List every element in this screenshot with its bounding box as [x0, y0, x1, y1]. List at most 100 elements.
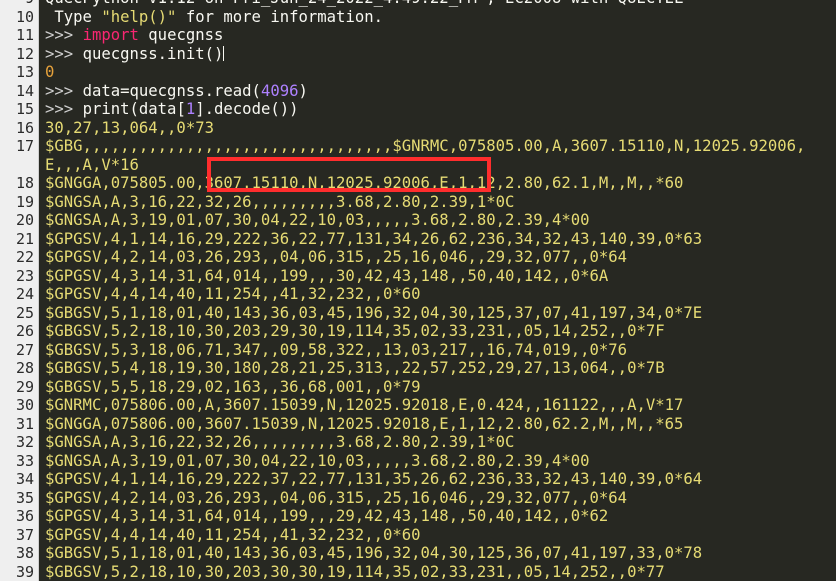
line-number: 32 — [15, 433, 34, 451]
code-line[interactable]: 14 >>> data=quecgnss.read(4096) — [0, 82, 836, 101]
code-line[interactable]: 22 $GPGSV,4,2,14,03,26,293,,04,06,315,,25… — [0, 248, 836, 267]
code-line[interactable]: 20 $GNGSA,A,3,19,01,07,30,04,22,10,03,,,,… — [0, 211, 836, 230]
code-token: >>> — [45, 26, 83, 44]
code-token: "help()" — [101, 7, 177, 26]
line-number: 27 — [15, 340, 34, 359]
line-number: 17 — [15, 137, 34, 155]
code-line[interactable]: 23 $GPGSV,4,3,14,31,64,014,,199,,,30,42,4… — [0, 267, 836, 286]
line-number: 26 — [15, 322, 34, 340]
line-number: 21 — [15, 229, 34, 248]
line-number: 15 — [15, 100, 34, 118]
code-line[interactable]: 24 $GPGSV,4,4,14,40,11,254,,41,32,232,,0*… — [0, 285, 836, 304]
repl-output-line: $GPGSV,4,3,14,31,64,014,,199,,,29,42,43,… — [45, 507, 609, 525]
line-number: 24 — [15, 285, 34, 303]
repl-output-line: $GPGSV,4,1,14,16,29,222,36,22,77,131,34,… — [45, 229, 703, 248]
line-number: 19 — [15, 192, 34, 211]
code-line[interactable]: 15 >>> print(data[1].decode()) — [0, 100, 836, 119]
line-number: 11 — [15, 26, 34, 44]
code-line[interactable]: 16 30,27,13,064,,0*73 — [0, 119, 836, 138]
code-line[interactable]: 27 $GBGSV,5,3,18,06,71,347,,09,58,322,,13… — [0, 341, 836, 360]
line-number: 22 — [15, 248, 34, 266]
line-number: 37 — [15, 525, 34, 544]
line-number: 39 — [15, 562, 34, 581]
code-line[interactable]: 37 $GPGSV,4,4,14,40,11,254,,41,32,232,,0*… — [0, 526, 836, 545]
repl-output-line: 30,27,13,064,,0*73 — [45, 118, 214, 137]
line-number: 9 — [0, 0, 34, 8]
repl-output-line: $GPGSV,4,4,14,40,11,254,,41,32,232,,0*60 — [45, 525, 421, 544]
code-token: 4096 — [260, 81, 299, 100]
line-number: 23 — [15, 266, 34, 285]
code-token: >>> — [45, 100, 83, 118]
code-token: print(data[ — [82, 100, 186, 118]
line-number: 10 — [15, 7, 34, 26]
line-number: 34 — [15, 470, 34, 488]
code-line[interactable]: 33 $GNGSA,A,3,19,01,07,30,04,22,10,03,,,,… — [0, 452, 836, 471]
code-line[interactable]: 30 $GNRMC,075806.00,A,3607.15039,N,12025.… — [0, 396, 836, 415]
repl-output-line: $GBGSV,5,1,18,01,40,143,36,03,45,196,32,… — [45, 544, 703, 562]
repl-output-line: $GNGSA,A,3,19,01,07,30,04,22,10,03,,,,,3… — [45, 211, 590, 229]
line-number: 29 — [15, 377, 34, 396]
line-number: 30 — [15, 396, 34, 414]
banner-line: QuecPython V1.12 on Fri_Jun_24_2022_4:49… — [45, 0, 835, 8]
code-line[interactable]: 13 0 — [0, 63, 836, 82]
code-line[interactable]: 35 $GPGSV,4,2,14,03,26,293,,04,06,315,,25… — [0, 489, 836, 508]
code-token: 1 — [185, 100, 196, 118]
code-line[interactable]: 10 Type "help()" for more information. — [0, 8, 836, 27]
code-line[interactable]: 39 $GBGSV,5,2,18,10,30,203,30,30,19,114,3… — [0, 563, 836, 581]
repl-output-line: $GNRMC,075806.00,A,3607.15039,N,12025.92… — [45, 396, 684, 414]
highlight-annotation-box — [207, 157, 491, 192]
repl-output-line: 0 — [45, 63, 55, 81]
code-line[interactable]: 34 $GPGSV,4,1,14,16,29,222,37,22,77,131,3… — [0, 470, 836, 489]
line-number: 18 — [15, 174, 34, 192]
repl-output-line: $GBGSV,5,5,18,29,02,163,,36,68,001,,0*79 — [45, 377, 421, 396]
code-token: quecgnss.init() — [82, 44, 224, 63]
code-line[interactable]: 19 $GNGSA,A,3,16,22,32,26,,,,,,,,,3.68,2.… — [0, 193, 836, 212]
repl-output-line: $GPGSV,4,1,14,16,29,222,37,22,77,131,35,… — [45, 470, 703, 488]
repl-output-line: $GBGSV,5,2,18,10,30,203,29,30,19,114,35,… — [45, 322, 665, 340]
code-line[interactable]: 29 $GBGSV,5,5,18,29,02,163,,36,68,001,,0*… — [0, 378, 836, 397]
code-line[interactable]: 36 $GPGSV,4,3,14,31,64,014,,199,,,29,42,4… — [0, 507, 836, 526]
line-number: 28 — [15, 359, 34, 377]
code-token: for more information. — [176, 7, 383, 26]
banner-line: Type "help()" for more information. — [45, 8, 835, 27]
repl-input-line: >>> quecgnss.init() — [45, 45, 835, 64]
code-token: >>> — [45, 81, 83, 100]
code-line[interactable]: 38 $GBGSV,5,1,18,01,40,143,36,03,45,196,3… — [0, 544, 836, 563]
text-cursor — [223, 45, 225, 61]
repl-input-line: >>> print(data[1].decode()) — [45, 100, 835, 119]
code-line[interactable]: 25 $GBGSV,5,1,18,01,40,143,36,03,45,196,3… — [0, 304, 836, 323]
repl-output-line: $GPGSV,4,4,14,40,11,254,,41,32,232,,0*60 — [45, 285, 421, 303]
code-token: quecgnss — [138, 26, 224, 44]
repl-output-line: $GNGSA,A,3,16,22,32,26,,,,,,,,,3.68,2.80… — [45, 192, 515, 211]
code-line[interactable]: 9 QuecPython V1.12 on Fri_Jun_24_2022_4:4… — [0, 0, 836, 8]
code-line[interactable]: 26 $GBGSV,5,2,18,10,30,203,29,30,19,114,3… — [0, 322, 836, 341]
code-line[interactable]: 21 $GPGSV,4,1,14,16,29,222,36,22,77,131,3… — [0, 230, 836, 249]
code-line[interactable]: 12 >>> quecgnss.init() — [0, 45, 836, 64]
line-number: 20 — [15, 211, 34, 229]
repl-input-line: >>> data=quecgnss.read(4096) — [45, 82, 835, 101]
repl-output-line: $GPGSV,4,2,14,03,26,293,,04,06,315,,25,1… — [45, 248, 628, 266]
repl-output-line: $GBGSV,5,2,18,10,30,203,30,30,19,114,35,… — [45, 562, 665, 581]
code-line[interactable]: 32 $GNGSA,A,3,16,22,32,26,,,,,,,,,3.68,2.… — [0, 433, 836, 452]
repl-output[interactable]: 9 QuecPython V1.12 on Fri_Jun_24_2022_4:4… — [0, 0, 836, 581]
line-number: 13 — [15, 63, 34, 81]
code-token: data=quecgnss.read( — [82, 81, 261, 100]
repl-output-line: $GPGSV,4,3,14,31,64,014,,199,,,30,42,43,… — [45, 266, 609, 285]
line-number: 38 — [15, 544, 34, 562]
line-number: 35 — [15, 488, 34, 507]
code-line[interactable]: 31 $GNGGA,075806.00,3607.15039,N,12025.92… — [0, 415, 836, 434]
repl-output-line: $GBGSV,5,1,18,01,40,143,36,03,45,196,32,… — [45, 303, 703, 322]
code-line[interactable]: 11 >>> import quecgnss — [0, 26, 836, 45]
repl-terminal[interactable]: 9 QuecPython V1.12 on Fri_Jun_24_2022_4:4… — [0, 0, 836, 581]
code-token: import — [82, 26, 139, 44]
repl-output-line: $GBGSV,5,4,18,19,30,180,28,21,25,313,,22… — [45, 359, 665, 377]
repl-input-line: >>> import quecgnss — [45, 26, 835, 45]
code-line[interactable]: 28 $GBGSV,5,4,18,19,30,180,28,21,25,313,,… — [0, 359, 836, 378]
repl-output-line: $GNGSA,A,3,19,01,07,30,04,22,10,03,,,,,3… — [45, 451, 590, 470]
repl-output-line: $GNGSA,A,3,16,22,32,26,,,,,,,,,3.68,2.80… — [45, 433, 515, 451]
code-token: Type — [45, 7, 102, 26]
line-number: 36 — [15, 507, 34, 525]
line-number: 16 — [15, 118, 34, 137]
repl-output-line: $GBGSV,5,3,18,06,71,347,,09,58,322,,13,0… — [45, 340, 628, 359]
repl-output-line: $GPGSV,4,2,14,03,26,293,,04,06,315,,25,1… — [45, 488, 628, 507]
